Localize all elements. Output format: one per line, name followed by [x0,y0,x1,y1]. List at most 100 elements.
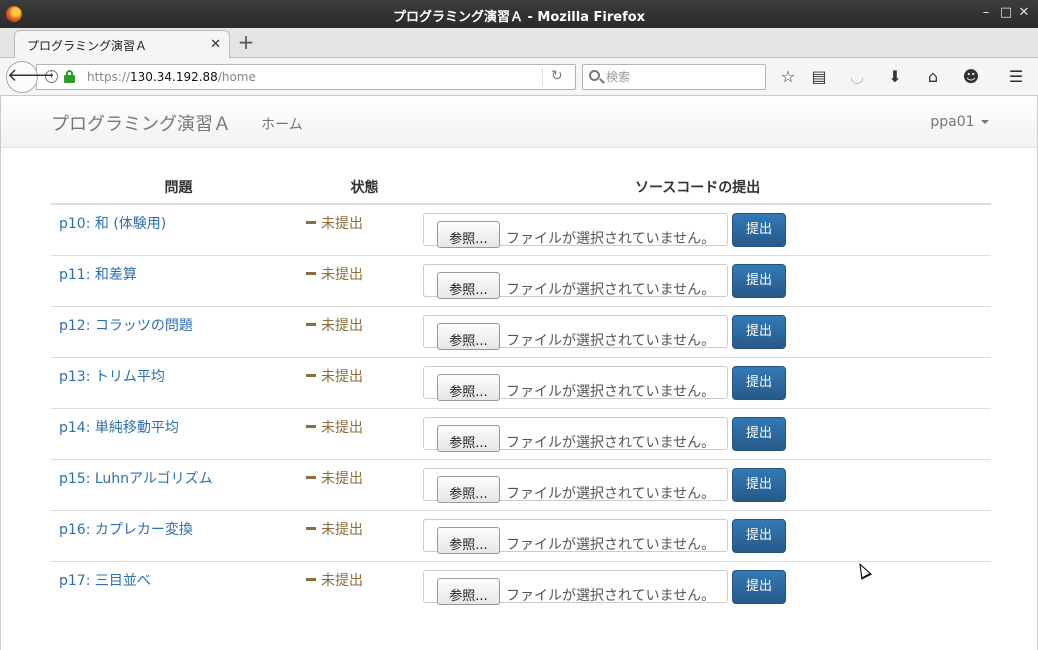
status-label: 未提出 [321,470,363,487]
table-row: p17: 三目並べ 未提出 参照... ファイルが選択されていません。 提出 [51,560,991,612]
search-icon [589,70,600,81]
submit-button[interactable]: 提出 [732,416,786,451]
maximize-button[interactable]: □ [998,5,1014,21]
browse-button[interactable]: 参照... [437,221,500,248]
download-icon[interactable]: ⬇ [885,67,905,87]
search-input[interactable] [606,68,756,86]
file-input[interactable]: 参照... ファイルが選択されていません。 [423,518,728,554]
user-name: ppa01 [930,114,975,130]
file-input[interactable]: 参照... ファイルが選択されていません。 [423,213,728,248]
window-titlebar: プログラミング演習Ａ - Mozilla Firefox – □ ✕ [0,0,1038,28]
submit-button[interactable]: 提出 [732,314,786,349]
submit-button[interactable]: 提出 [732,263,786,298]
browse-button[interactable]: 参照... [437,424,500,452]
status-label: 未提出 [321,419,363,436]
file-status-label: ファイルが選択されていません。 [506,536,716,553]
problem-link[interactable]: p10: 和 (体験用) [59,216,166,232]
file-input[interactable]: 参照... ファイルが選択されていません。 [423,467,728,503]
upload-form: 参照... ファイルが選択されていません。 提出 [423,213,991,249]
upload-cell: 参照... ファイルが選択されていません。 提出 [423,254,991,306]
status-label: 未提出 [321,572,363,589]
minimize-button[interactable]: – [978,5,994,21]
file-input[interactable]: 参照... ファイルが選択されていません。 [423,263,728,299]
submit-button[interactable]: 提出 [732,569,786,604]
chat-icon[interactable]: ☻ [961,67,981,87]
problem-link[interactable]: p16: カプレカー変換 [59,522,193,538]
status-badge: 未提出 [306,318,363,334]
brand-link[interactable]: プログラミング演習Ａ [51,110,231,136]
new-tab-button[interactable]: + [236,32,256,52]
status-label: 未提出 [321,216,363,232]
browse-button[interactable]: 参照... [437,322,500,350]
file-status-label: ファイルが選択されていません。 [506,332,716,349]
problem-link[interactable]: p13: トリム平均 [59,369,165,385]
browse-button[interactable]: 参照... [437,577,500,605]
minus-icon [306,373,316,377]
table-row: p13: トリム平均 未提出 参照... ファイルが選択されていません。 提出 [51,356,991,408]
browse-button[interactable]: 参照... [437,475,500,503]
status-badge: 未提出 [306,369,363,385]
status-badge: 未提出 [306,216,363,232]
nav-home-link[interactable]: ホーム [261,114,303,134]
minus-icon [306,221,316,224]
file-status-label: ファイルが選択されていません。 [506,281,716,298]
minus-icon [306,271,316,275]
status-cell: 未提出 [306,204,423,255]
status-cell: 未提出 [306,356,423,408]
browse-button[interactable]: 参照... [437,526,500,554]
lock-icon[interactable] [64,70,75,83]
upload-form: 参照... ファイルが選択されていません。 提出 [423,263,991,300]
problem-link[interactable]: p15: Luhnアルゴリズム [59,471,213,487]
submit-button[interactable]: 提出 [732,467,786,502]
upload-form: 参照... ファイルが選択されていません。 提出 [423,416,991,453]
file-status-label: ファイルが選択されていません。 [506,383,716,400]
back-button[interactable]: 🡐 [6,61,55,93]
problem-link[interactable]: p14: 単純移動平均 [59,420,179,436]
browse-button[interactable]: 参照... [437,271,500,299]
submit-button[interactable]: 提出 [732,518,786,553]
close-tab-icon[interactable]: ✕ [210,37,221,52]
browse-button[interactable]: 参照... [437,373,500,401]
reload-icon[interactable]: ↻ [551,68,563,84]
menu-icon[interactable]: ☰ [1006,67,1026,87]
problem-cell: p17: 三目並べ [51,560,306,612]
file-input[interactable]: 参照... ファイルが選択されていません。 [423,365,728,401]
file-input[interactable]: 参照... ファイルが選択されていません。 [423,416,728,452]
search-bar[interactable] [582,64,766,90]
problem-cell: p11: 和差算 [51,254,306,306]
file-input[interactable]: 参照... ファイルが選択されていません。 [423,569,728,605]
upload-form: 参照... ファイルが選択されていません。 提出 [423,365,991,402]
problem-link[interactable]: p17: 三目並べ [59,573,151,589]
bookmark-star-icon[interactable]: ☆ [778,67,798,87]
problem-link[interactable]: p12: コラッツの問題 [59,318,193,334]
user-menu[interactable]: ppa01 [930,114,989,130]
submit-button[interactable]: 提出 [732,365,786,400]
close-window-button[interactable]: ✕ [1016,5,1032,21]
table-row: p14: 単純移動平均 未提出 参照... ファイルが選択されていません。 提出 [51,407,991,459]
caret-down-icon [981,120,989,124]
browser-tab[interactable]: プログラミング演習Ａ ✕ [14,30,230,59]
status-cell: 未提出 [306,305,423,357]
problem-cell: p16: カプレカー変換 [51,509,306,561]
submit-button[interactable]: 提出 [732,213,786,247]
pocket-icon[interactable]: ◡ [847,67,867,87]
reading-list-icon[interactable]: ▤ [809,67,829,87]
table-row: p16: カプレカー変換 未提出 参照... ファイルが選択されていません。 提出 [51,509,991,561]
url-bar[interactable]: i https://130.34.192.88/home ↻ [36,64,576,90]
problem-link[interactable]: p11: 和差算 [59,267,137,283]
status-cell: 未提出 [306,509,423,561]
tab-strip: プログラミング演習Ａ ✕ + [0,28,1038,59]
status-cell: 未提出 [306,560,423,612]
file-input[interactable]: 参照... ファイルが選択されていません。 [423,314,728,350]
upload-cell: 参照... ファイルが選択されていません。 提出 [423,509,991,561]
upload-cell: 参照... ファイルが選択されていません。 提出 [423,305,991,357]
table-row: p11: 和差算 未提出 参照... ファイルが選択されていません。 提出 [51,254,991,306]
minus-icon [306,526,316,530]
url-divider [542,68,543,86]
problem-cell: p13: トリム平均 [51,356,306,408]
home-icon[interactable]: ⌂ [923,67,943,87]
window-title: プログラミング演習Ａ - Mozilla Firefox [392,10,646,25]
problem-cell: p12: コラッツの問題 [51,305,306,357]
url-text[interactable]: https://130.34.192.88/home [87,70,256,84]
minus-icon [306,475,316,479]
